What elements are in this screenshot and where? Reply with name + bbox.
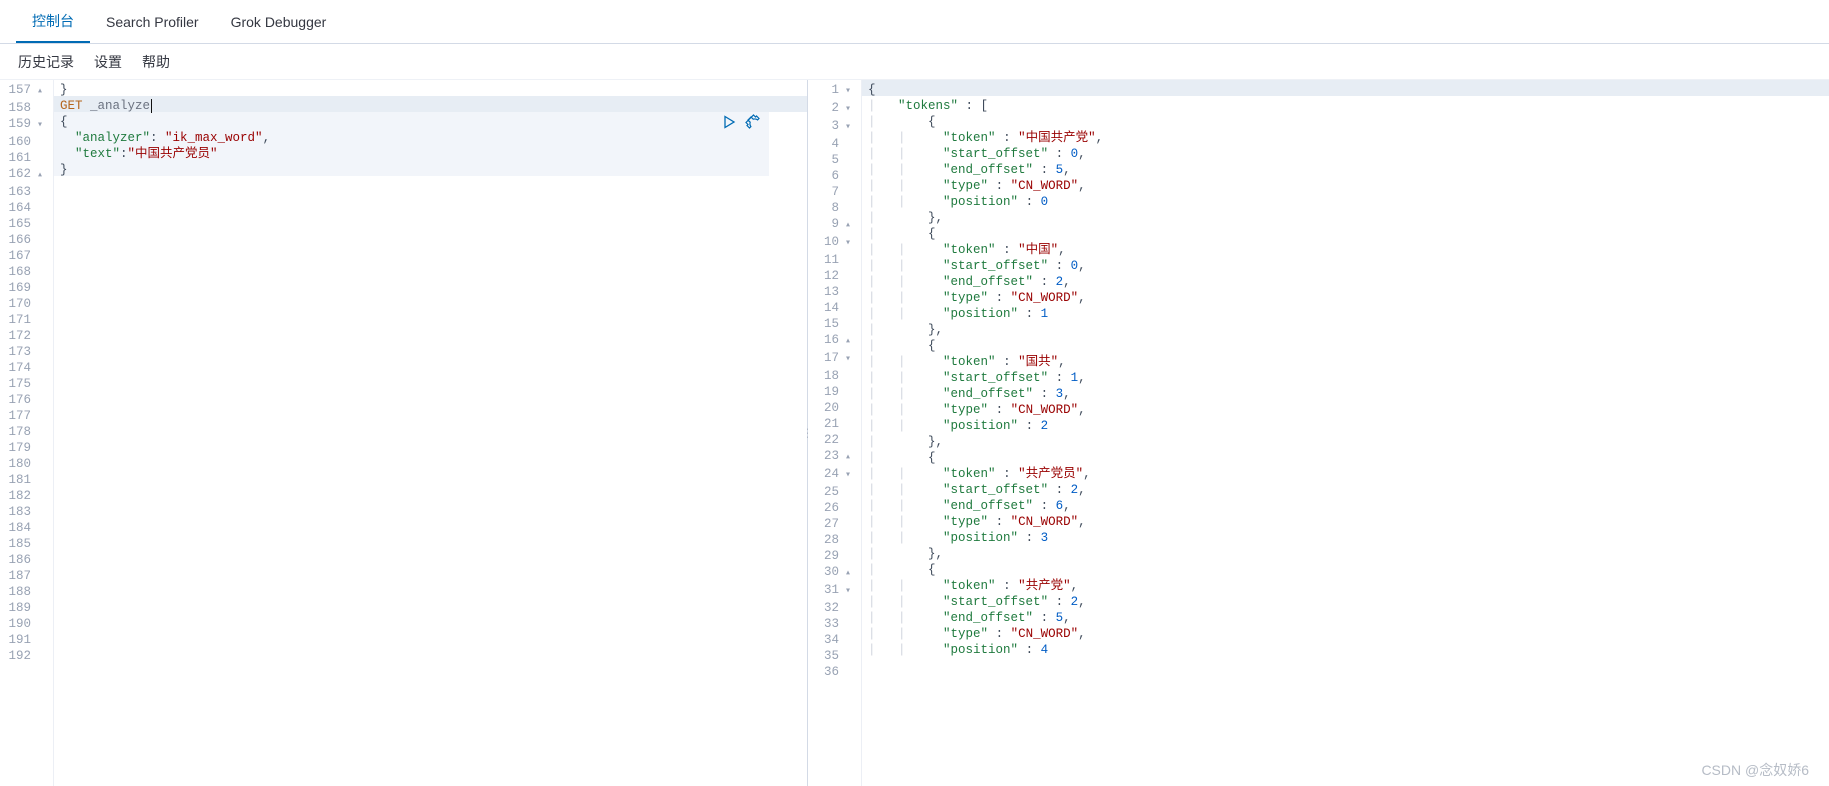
tab-grok-debugger[interactable]: Grok Debugger	[215, 0, 343, 43]
tab-console[interactable]: 控制台	[16, 0, 90, 43]
watermark-text: CSDN @念奴娇6	[1701, 760, 1809, 780]
submenu-settings[interactable]: 设置	[94, 52, 122, 72]
response-viewer[interactable]: 1 ▾2 ▾3 ▾456789 ▴10 ▾111213141516 ▴17 ▾1…	[808, 80, 1829, 786]
request-editor[interactable]: 157 ▴158159 ▾160161162 ▴1631641651661671…	[0, 80, 807, 786]
submenu-help[interactable]: 帮助	[142, 52, 170, 72]
tab-search-profiler[interactable]: Search Profiler	[90, 0, 215, 43]
request-panel: 157 ▴158159 ▾160161162 ▴1631641651661671…	[0, 80, 808, 786]
sub-menu: 历史记录 设置 帮助	[0, 44, 1829, 80]
submenu-history[interactable]: 历史记录	[18, 52, 74, 72]
panels: 157 ▴158159 ▾160161162 ▴1631641651661671…	[0, 80, 1829, 786]
response-panel: 1 ▾2 ▾3 ▾456789 ▴10 ▾111213141516 ▴17 ▾1…	[808, 80, 1829, 786]
top-tabs: 控制台 Search Profiler Grok Debugger	[0, 0, 1829, 44]
